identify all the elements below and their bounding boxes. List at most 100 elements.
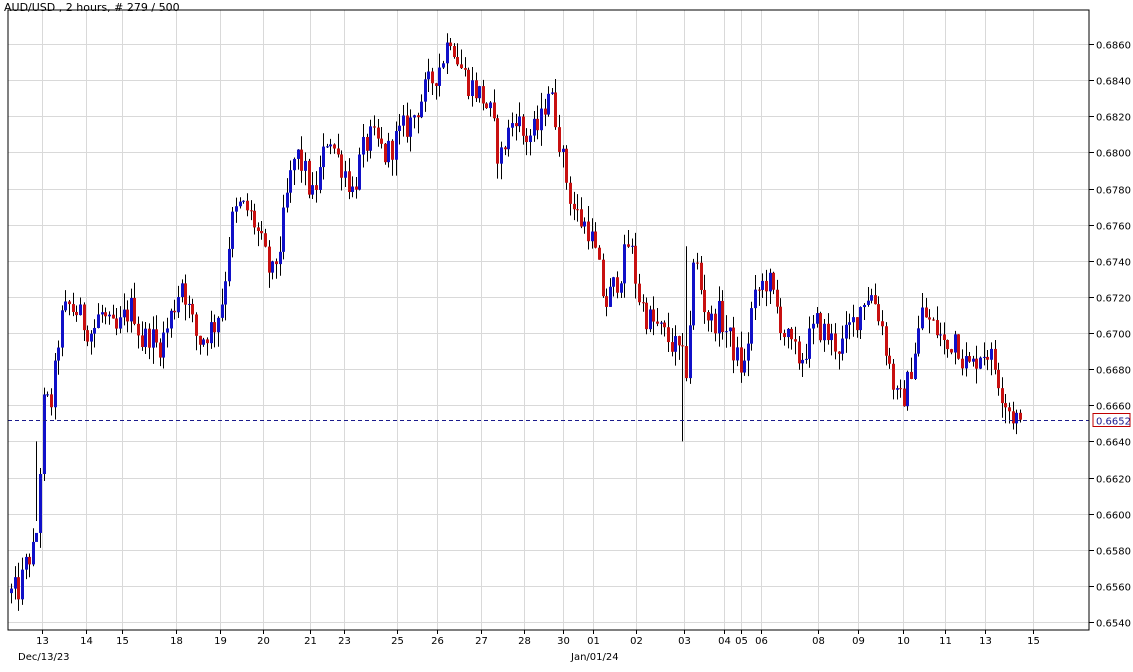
x-tick-label: 03 xyxy=(678,636,691,647)
candle-body xyxy=(845,324,848,339)
candle-body xyxy=(954,334,957,353)
candle-body xyxy=(119,317,122,329)
candle-body xyxy=(794,339,797,342)
candle-body xyxy=(609,286,612,307)
candle-body xyxy=(783,332,786,338)
candle-body xyxy=(696,262,699,264)
candle-body xyxy=(562,148,565,152)
candle-body xyxy=(213,322,216,333)
candle-body xyxy=(173,310,176,313)
candle-body xyxy=(830,333,833,341)
candle-body xyxy=(449,42,452,47)
candle-body xyxy=(260,230,263,234)
candle-body xyxy=(257,227,260,231)
candle-body xyxy=(805,358,808,360)
candle-body xyxy=(681,345,684,347)
candle-body xyxy=(83,304,86,331)
candle-body xyxy=(932,319,935,321)
candle-body xyxy=(867,300,870,305)
candle-body xyxy=(293,158,296,171)
candle-body xyxy=(35,532,38,542)
candle-body xyxy=(46,394,49,396)
candle-body xyxy=(816,313,819,324)
candle-body xyxy=(43,394,46,475)
candle-body xyxy=(899,388,902,390)
candle-body xyxy=(181,283,184,298)
x-tick-label: 02 xyxy=(630,636,643,647)
candle-body xyxy=(177,297,180,313)
candle-body xyxy=(990,348,993,360)
date-label-mid: Jan/01/24 xyxy=(570,652,619,663)
y-tick-label: 0.6860 xyxy=(1096,41,1131,52)
candle-body xyxy=(239,201,242,207)
candle xyxy=(308,158,311,199)
candle-body xyxy=(798,341,801,364)
y-tick-label: 0.6580 xyxy=(1096,547,1131,558)
candle-body xyxy=(464,68,467,70)
candle-body xyxy=(485,103,488,109)
candle-body xyxy=(663,322,666,328)
candle-body xyxy=(994,348,997,370)
chart: AUD/USD , 2 hours, # 279 / 500 0.6860 0.6… xyxy=(0,0,1133,668)
candle-body xyxy=(591,231,594,242)
candle-body xyxy=(250,210,253,212)
candle-body xyxy=(620,283,623,293)
candle-body xyxy=(649,309,652,330)
x-tick-label: 30 xyxy=(557,636,570,647)
candle-body xyxy=(852,317,855,323)
candle-body xyxy=(522,116,525,136)
candle-body xyxy=(162,332,165,358)
candle-body xyxy=(235,206,238,212)
candle-body xyxy=(246,200,249,211)
candle-body xyxy=(979,357,982,369)
x-tick-label: 19 xyxy=(214,636,227,647)
candle-body xyxy=(112,314,115,319)
candle-body xyxy=(540,108,543,131)
candle-body xyxy=(703,289,706,313)
candle xyxy=(43,387,46,481)
candle-body xyxy=(863,304,866,308)
candle-body xyxy=(25,556,28,570)
candle-body xyxy=(308,160,311,195)
candle-body xyxy=(206,339,209,344)
y-tick-label: 0.6680 xyxy=(1096,366,1131,377)
candle-body xyxy=(268,246,271,273)
x-tick-label: 14 xyxy=(80,636,93,647)
y-tick-label: 0.6560 xyxy=(1096,583,1131,594)
candle-body xyxy=(721,300,724,333)
candle-body xyxy=(1001,388,1004,404)
x-tick-label: 23 xyxy=(338,636,351,647)
candle-body xyxy=(1008,407,1011,412)
y-tick-label: 0.6780 xyxy=(1096,186,1131,197)
candle-body xyxy=(217,317,220,333)
candle-body xyxy=(554,92,557,128)
candle-body xyxy=(536,118,539,131)
candle-body xyxy=(101,312,104,315)
candle-body xyxy=(594,231,597,248)
candle-body xyxy=(885,326,888,356)
candle-body xyxy=(108,314,111,317)
candle-body xyxy=(348,171,351,193)
y-tick-label: 0.6540 xyxy=(1096,619,1131,630)
candle-body xyxy=(387,140,390,163)
candle-body xyxy=(725,331,728,333)
candle-body xyxy=(997,369,1000,389)
candle-body xyxy=(355,186,358,190)
candle-body xyxy=(740,347,743,373)
candle-body xyxy=(446,42,449,64)
candle-body xyxy=(565,148,568,183)
candle xyxy=(645,297,648,335)
x-tick-label: 27 xyxy=(475,636,488,647)
candle-body xyxy=(583,221,586,227)
candle-body xyxy=(202,339,205,345)
candle-body xyxy=(289,170,292,193)
candle-body xyxy=(569,182,572,204)
candle-body xyxy=(656,321,659,324)
candle-body xyxy=(311,185,314,195)
x-tick-label: 01 xyxy=(587,636,600,647)
candle-body xyxy=(144,328,147,348)
candle xyxy=(819,311,822,343)
candle-body xyxy=(671,342,674,352)
x-tick-label: 15 xyxy=(1027,636,1040,647)
y-tick-label: 0.6740 xyxy=(1096,258,1131,269)
